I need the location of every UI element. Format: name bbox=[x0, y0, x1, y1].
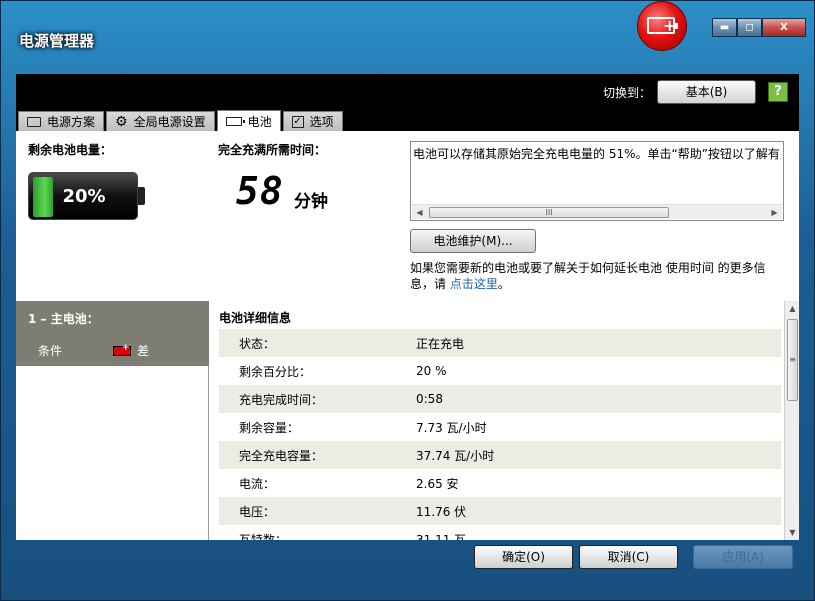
scroll-thumb[interactable]: ≡ bbox=[787, 319, 798, 401]
tab-label: 电源方案 bbox=[47, 115, 96, 129]
ok-button[interactable]: 确定(O) bbox=[474, 545, 573, 569]
details-table: 状态： 正在充电 剩余百分比： 20 % 充电完成时间： 0:58 剩余容量： 7.73… bbox=[219, 329, 781, 540]
header-bar: 切换到： 基本(B) ? 电源方案 ⚙ 全局电源设置 电池 ✓ 选项 bbox=[16, 74, 799, 131]
row-value: 11.76 伏 bbox=[416, 504, 467, 519]
sidebar-item-main-battery[interactable]: 1 – 主电池： 条件 差 bbox=[16, 301, 209, 366]
row-key: 瓦特数： bbox=[239, 532, 288, 541]
table-row: 电压： 11.76 伏 bbox=[219, 497, 781, 525]
maximize-button[interactable]: ◻ bbox=[737, 18, 762, 37]
table-row: 电流： 2.65 安 bbox=[219, 469, 781, 497]
tab-options[interactable]: ✓ 选项 bbox=[282, 111, 343, 131]
tab-power-plans[interactable]: 电源方案 bbox=[18, 111, 105, 131]
main-battery-title: 1 – 主电池： bbox=[28, 312, 99, 326]
check-icon: ✓ bbox=[291, 115, 304, 128]
switch-to-label: 切换到： bbox=[603, 86, 652, 100]
scroll-thumb[interactable]: III bbox=[429, 207, 669, 218]
cancel-button[interactable]: 取消(C) bbox=[579, 545, 678, 569]
bad-battery-icon bbox=[113, 343, 131, 356]
apply-button[interactable]: 应用(A) bbox=[693, 545, 793, 569]
battery-maintenance-button[interactable]: 电池维护(M)... bbox=[410, 229, 536, 253]
tab-label: 全局电源设置 bbox=[133, 115, 206, 129]
full-charge-time-value: 58 bbox=[236, 169, 284, 213]
row-value: 0:58 bbox=[416, 392, 443, 406]
tab-label: 选项 bbox=[309, 115, 334, 129]
tab-label: 电池 bbox=[247, 114, 272, 129]
row-value: 正在充电 bbox=[416, 336, 465, 351]
table-row: 剩余容量： 7.73 瓦/小时 bbox=[219, 413, 781, 441]
table-row: 完全充电容量： 37.74 瓦/小时 bbox=[219, 441, 781, 469]
battery-level-icon: 20% bbox=[28, 172, 145, 220]
minimize-button[interactable]: ▬ bbox=[712, 18, 737, 37]
tab-strip: 电源方案 ⚙ 全局电源设置 电池 ✓ 选项 bbox=[18, 110, 345, 131]
scroll-right-icon[interactable]: ▶ bbox=[767, 205, 782, 220]
scroll-up-icon[interactable]: ▲ bbox=[785, 301, 800, 316]
help-icon[interactable]: ? bbox=[768, 82, 788, 102]
table-row: 剩余百分比： 20 % bbox=[219, 357, 781, 385]
doc-icon bbox=[27, 116, 41, 127]
row-value: 31.11 瓦 bbox=[416, 532, 467, 541]
row-key: 充电完成时间： bbox=[239, 392, 324, 407]
remaining-charge-label: 剩余电池电量： bbox=[28, 143, 113, 157]
window-controls: ▬ ◻ X bbox=[712, 18, 806, 37]
scroll-down-icon[interactable]: ▼ bbox=[785, 525, 800, 540]
window-title: 电源管理器 bbox=[19, 32, 95, 50]
tab-global-settings[interactable]: ⚙ 全局电源设置 bbox=[106, 111, 215, 131]
battery-info-text: 电池可以存储其原始完全充电电量的 51%。单击“帮助”按钮以了解有关 bbox=[413, 147, 781, 161]
vertical-scrollbar[interactable]: ▲ ≡ ▼ bbox=[784, 301, 799, 540]
details-title: 电池详细信息 bbox=[219, 311, 292, 325]
power-manager-window: 电源管理器 + ▬ ◻ X 切换到： 基本(B) ? 电源方案 ⚙ 全局电源设置… bbox=[0, 0, 815, 601]
more-info-text: 如果您需要新的电池或要了解关于如何延长电池 使用时间 的更多信息，请 点击这里。 bbox=[410, 260, 782, 292]
full-charge-time-label: 完全充满所需时间： bbox=[218, 143, 327, 157]
table-row: 瓦特数： 31.11 瓦 bbox=[219, 525, 781, 541]
basic-mode-button[interactable]: 基本(B) bbox=[657, 80, 756, 104]
row-value: 37.74 瓦/小时 bbox=[416, 448, 495, 463]
row-key: 完全充电容量： bbox=[239, 448, 324, 463]
battery-tab-content: 剩余电池电量： 20% 完全充满所需时间： 58 分钟 电池可以存储其原始完全充… bbox=[16, 131, 799, 540]
row-value: 7.73 瓦/小时 bbox=[416, 420, 487, 435]
table-row: 充电完成时间： 0:58 bbox=[219, 385, 781, 413]
battery-details-panel: 电池详细信息 状态： 正在充电 剩余百分比： 20 % 充电完成时间： 0:58 剩余… bbox=[210, 301, 784, 540]
battery-info-textbox[interactable]: 电池可以存储其原始完全充电电量的 51%。单击“帮助”按钮以了解有关 ◀ III… bbox=[410, 141, 784, 221]
battery-percent: 20% bbox=[62, 186, 106, 207]
gear-icon: ⚙ bbox=[115, 113, 128, 130]
click-here-link[interactable]: 点击这里 bbox=[450, 277, 498, 291]
close-button[interactable]: X bbox=[762, 18, 806, 37]
condition-value: 差 bbox=[137, 344, 150, 358]
full-charge-time-unit: 分钟 bbox=[294, 192, 328, 212]
title-bar: 电源管理器 + ▬ ◻ X bbox=[1, 1, 815, 73]
row-key: 电流： bbox=[239, 476, 276, 491]
battery-icon bbox=[225, 116, 245, 126]
condition-label: 条件 bbox=[38, 344, 63, 358]
table-row: 状态： 正在充电 bbox=[219, 329, 781, 357]
more-info-end: 。 bbox=[497, 277, 510, 291]
row-value: 20 % bbox=[416, 364, 447, 378]
row-value: 2.65 安 bbox=[416, 476, 459, 491]
row-key: 电压： bbox=[239, 504, 276, 519]
tab-battery[interactable]: 电池 bbox=[216, 110, 281, 131]
battery-list-sidebar: 1 – 主电池： 条件 差 bbox=[16, 301, 209, 540]
horizontal-scrollbar[interactable]: ◀ III ▶ bbox=[412, 204, 782, 219]
row-key: 状态： bbox=[239, 336, 276, 351]
battery-plus-logo-icon: + bbox=[637, 1, 687, 51]
scroll-left-icon[interactable]: ◀ bbox=[412, 205, 427, 220]
row-key: 剩余容量： bbox=[239, 420, 300, 435]
row-key: 剩余百分比： bbox=[239, 364, 312, 379]
